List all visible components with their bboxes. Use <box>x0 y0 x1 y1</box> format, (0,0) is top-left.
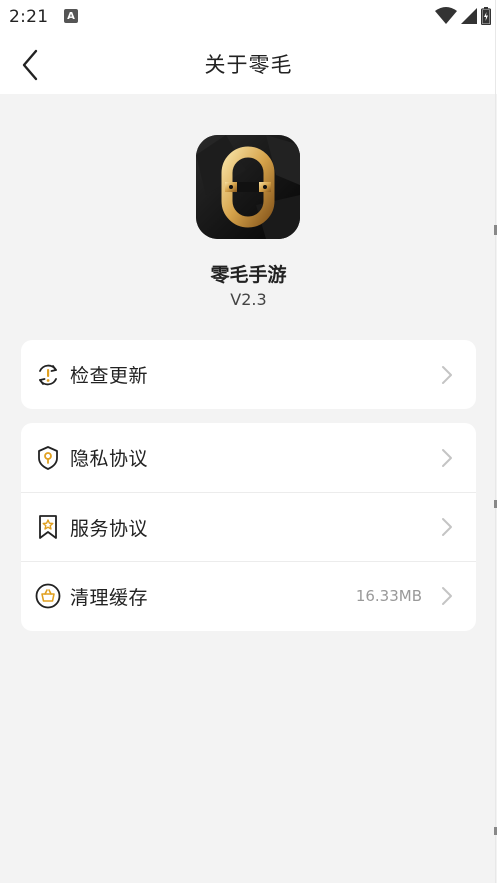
signal-icon <box>461 8 477 24</box>
status-icons <box>435 7 491 25</box>
update-card: 检查更新 <box>21 340 476 409</box>
service-row[interactable]: 服务协议 <box>21 492 476 561</box>
page-title: 关于零毛 <box>204 53 293 77</box>
check-update-label: 检查更新 <box>70 365 149 387</box>
back-button[interactable] <box>14 48 48 82</box>
status-time: 2:21 <box>9 7 49 27</box>
privacy-label: 隐私协议 <box>70 448 149 470</box>
clear-cache-row[interactable]: 清理缓存 16.33MB <box>21 561 476 630</box>
notification-icon: A <box>64 9 78 23</box>
chevron-left-icon <box>22 49 38 81</box>
refresh-alert-icon <box>39 364 57 385</box>
nav-bar: 关于零毛 <box>0 34 497 94</box>
shield-icon <box>38 445 58 470</box>
basket-icon <box>35 583 61 609</box>
privacy-row[interactable]: 隐私协议 <box>21 423 476 492</box>
status-bar: 2:21 A <box>0 0 497 34</box>
battery-icon <box>481 7 491 25</box>
app-name: 零毛手游 <box>210 264 287 286</box>
clear-cache-label: 清理缓存 <box>70 586 149 609</box>
chevron-right-icon <box>442 365 452 384</box>
chevron-right-icon <box>442 448 452 467</box>
cache-size-value: 16.33MB <box>355 587 422 605</box>
wifi-icon <box>435 7 457 24</box>
settings-card: 隐私协议 服务协议 清理缓存 16.33MB <box>21 423 476 631</box>
check-update-row[interactable]: 检查更新 <box>21 340 476 409</box>
bookmark-star-icon <box>39 515 57 539</box>
app-logo <box>196 135 300 239</box>
app-version: V2.3 <box>230 290 267 309</box>
service-label: 服务协议 <box>70 517 149 540</box>
chevron-right-icon <box>442 518 452 536</box>
chevron-right-icon <box>442 587 452 605</box>
